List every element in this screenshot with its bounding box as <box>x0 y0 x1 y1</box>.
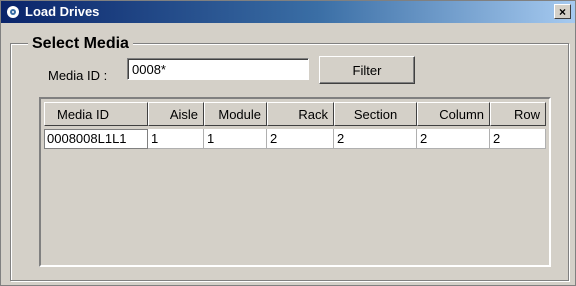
cell-rack[interactable]: 2 <box>267 129 334 149</box>
app-icon <box>7 6 19 18</box>
select-media-legend: Select Media <box>28 35 133 53</box>
column-header-rack[interactable]: Rack <box>267 102 334 126</box>
filter-button[interactable]: Filter <box>319 56 415 84</box>
column-header-row[interactable]: Row <box>490 102 546 126</box>
cell-section[interactable]: 2 <box>334 129 417 149</box>
column-header-aisle[interactable]: Aisle <box>148 102 204 126</box>
close-button[interactable]: × <box>554 4 571 19</box>
cell-media-id[interactable]: 0008008L1L1 <box>44 129 148 149</box>
cell-module[interactable]: 1 <box>204 129 267 149</box>
column-header-column[interactable]: Column <box>417 102 490 126</box>
cell-column[interactable]: 2 <box>417 129 490 149</box>
media-id-label: Media ID : <box>48 68 108 83</box>
load-drives-window: Load Drives × Select Media Media ID : Fi… <box>0 0 576 286</box>
cell-aisle[interactable]: 1 <box>148 129 204 149</box>
column-header-module[interactable]: Module <box>204 102 267 126</box>
close-icon: × <box>558 4 566 19</box>
media-table: Media ID Aisle Module Rack Section Colum… <box>39 97 551 267</box>
window-title: Load Drives <box>25 4 100 19</box>
table-row[interactable]: 0008008L1L1 1 1 2 2 2 2 <box>44 129 546 149</box>
column-header-media-id[interactable]: Media ID <box>44 102 148 126</box>
title-bar: Load Drives × <box>1 1 575 23</box>
column-header-section[interactable]: Section <box>334 102 417 126</box>
media-id-input[interactable] <box>127 58 309 80</box>
cell-row[interactable]: 2 <box>490 129 546 149</box>
table-header: Media ID Aisle Module Rack Section Colum… <box>44 102 546 126</box>
